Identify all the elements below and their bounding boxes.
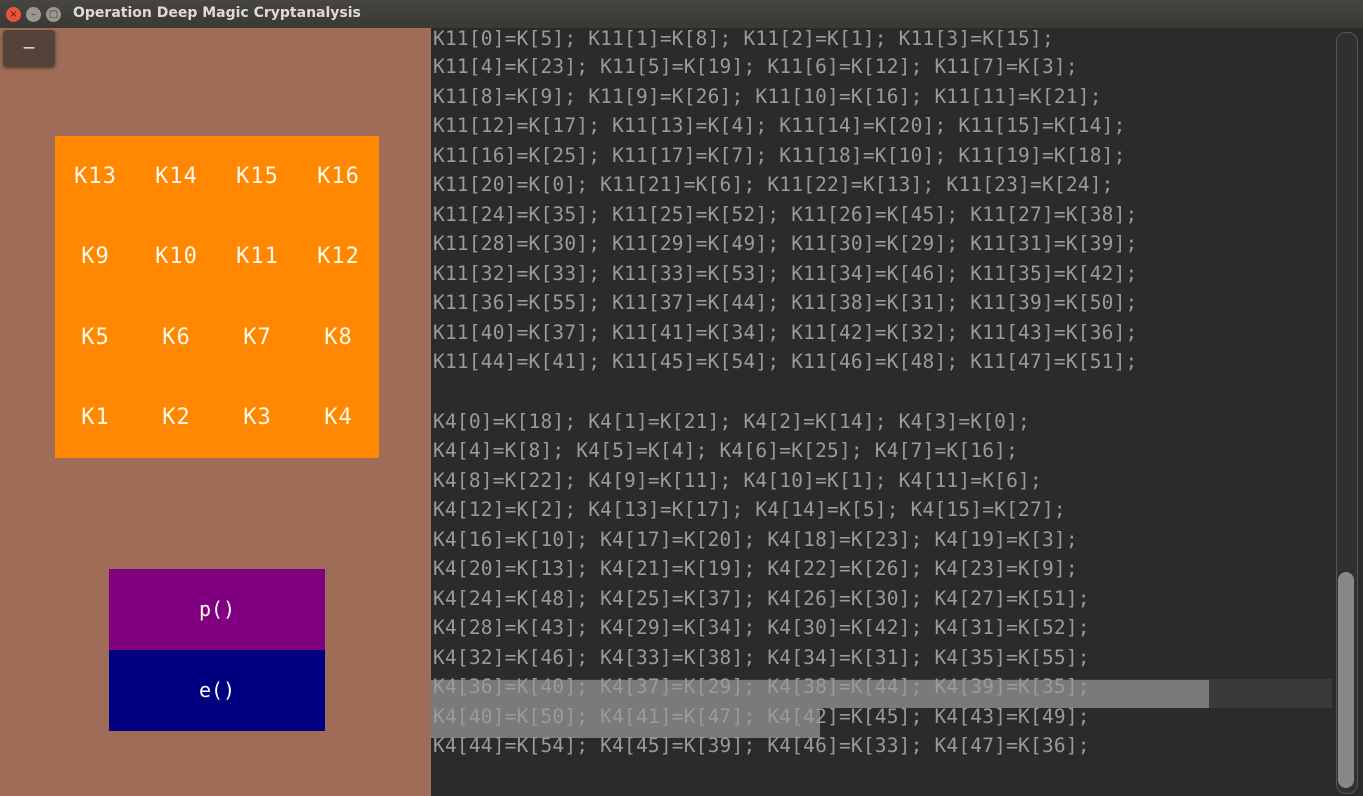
text-line: K11[8]=K[9]; K11[9]=K[26]; K11[10]=K[16]…	[433, 85, 1102, 108]
key-button[interactable]: K14	[136, 136, 217, 217]
text-line: K11[4]=K[23]; K11[5]=K[19]; K11[6]=K[12]…	[433, 55, 1078, 78]
text-line: K4[28]=K[43]; K4[29]=K[34]; K4[30]=K[42]…	[433, 616, 1090, 639]
minimize-icon[interactable]: –	[26, 7, 41, 22]
text-line: K4[36]=K[40]; K4[37]=K[29]; K4[38]=K[44]…	[433, 675, 1090, 698]
key-button[interactable]: K3	[217, 378, 298, 459]
key-button[interactable]: K12	[298, 217, 379, 298]
close-icon[interactable]: ×	[6, 7, 21, 22]
text-line: K4[4]=K[8]; K4[5]=K[4]; K4[6]=K[25]; K4[…	[433, 439, 1019, 462]
maximize-icon[interactable]: ▢	[46, 7, 61, 22]
key-button[interactable]: K6	[136, 297, 217, 378]
text-line: K11[36]=K[55]; K11[37]=K[44]; K11[38]=K[…	[433, 291, 1138, 314]
text-output[interactable]: K11[0]=K[5]; K11[1]=K[8]; K11[2]=K[1]; K…	[431, 28, 1332, 796]
key-button[interactable]: K10	[136, 217, 217, 298]
text-line: K4[40]=K[50]; K4[41]=K[47]; K4[42]=K[45]…	[433, 705, 1090, 728]
title-bar: × – ▢ Operation Deep Magic Cryptanalysis	[0, 0, 1363, 29]
text-line: K4[24]=K[48]; K4[25]=K[37]; K4[26]=K[30]…	[433, 587, 1090, 610]
text-line: K4[16]=K[10]; K4[17]=K[20]; K4[18]=K[23]…	[433, 528, 1078, 551]
text-line: K11[32]=K[33]; K11[33]=K[53]; K11[34]=K[…	[433, 262, 1138, 285]
minimize-panel-button[interactable]: –	[3, 30, 55, 66]
text-line: K11[24]=K[35]; K11[25]=K[52]; K11[26]=K[…	[433, 203, 1138, 226]
text-line: K4[20]=K[13]; K4[21]=K[19]; K4[22]=K[26]…	[433, 557, 1078, 580]
text-line: K11[12]=K[17]; K11[13]=K[4]; K11[14]=K[2…	[433, 114, 1126, 137]
key-button[interactable]: K2	[136, 378, 217, 459]
text-line: K11[28]=K[30]; K11[29]=K[49]; K11[30]=K[…	[433, 232, 1138, 255]
key-button[interactable]: K9	[55, 217, 136, 298]
text-line: K11[20]=K[0]; K11[21]=K[6]; K11[22]=K[13…	[433, 173, 1114, 196]
key-button[interactable]: K1	[55, 378, 136, 459]
text-line: K4[12]=K[2]; K4[13]=K[17]; K4[14]=K[5]; …	[433, 498, 1066, 521]
text-line: K11[16]=K[25]; K11[17]=K[7]; K11[18]=K[1…	[433, 144, 1126, 167]
window-title: Operation Deep Magic Cryptanalysis	[73, 5, 361, 21]
vertical-scrollbar[interactable]	[1332, 28, 1363, 796]
text-line: K11[40]=K[37]; K11[41]=K[34]; K11[42]=K[…	[433, 321, 1138, 344]
key-button[interactable]: K11	[217, 217, 298, 298]
text-line: K11[44]=K[41]; K11[45]=K[54]; K11[46]=K[…	[433, 350, 1138, 373]
key-button[interactable]: K7	[217, 297, 298, 378]
left-panel: – K13 K14 K15 K16 K9 K10 K11 K12 K5 K6 K…	[0, 28, 431, 796]
key-button[interactable]: K16	[298, 136, 379, 217]
key-button[interactable]: K4	[298, 378, 379, 459]
key-button[interactable]: K15	[217, 136, 298, 217]
e-button[interactable]: e()	[109, 650, 325, 731]
text-line: K11[0]=K[5]; K11[1]=K[8]; K11[2]=K[1]; K…	[433, 28, 1054, 50]
text-line: K4[44]=K[54]; K4[45]=K[39]; K4[46]=K[33]…	[433, 734, 1090, 757]
key-grid: K13 K14 K15 K16 K9 K10 K11 K12 K5 K6 K7 …	[55, 136, 379, 458]
key-button[interactable]: K5	[55, 297, 136, 378]
text-line: K4[32]=K[46]; K4[33]=K[38]; K4[34]=K[31]…	[433, 646, 1090, 669]
scrollbar-thumb[interactable]	[1338, 572, 1354, 788]
text-line: K4[0]=K[18]; K4[1]=K[21]; K4[2]=K[14]; K…	[433, 410, 1030, 433]
key-button[interactable]: K13	[55, 136, 136, 217]
key-button[interactable]: K8	[298, 297, 379, 378]
text-line: K4[8]=K[22]; K4[9]=K[11]; K4[10]=K[1]; K…	[433, 469, 1042, 492]
p-button[interactable]: p()	[109, 569, 325, 650]
